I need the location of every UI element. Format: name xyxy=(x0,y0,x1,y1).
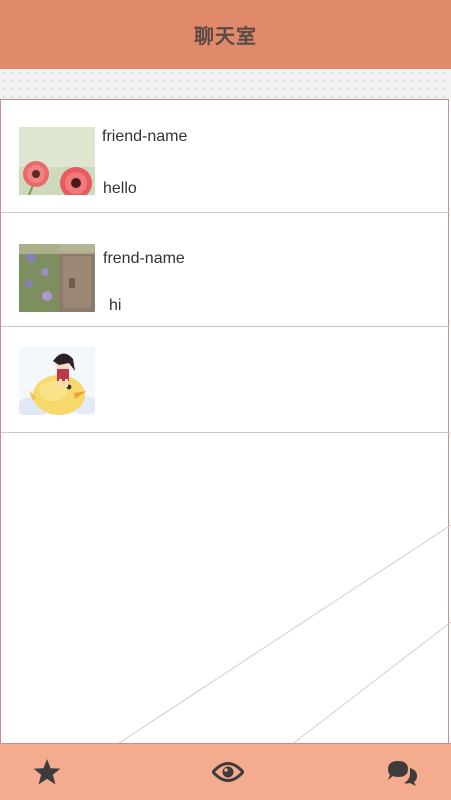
friend-name: frend-name xyxy=(103,250,185,267)
app-header: 聊天室 xyxy=(0,0,451,69)
eye-icon[interactable] xyxy=(210,761,246,788)
chat-bubbles-icon[interactable] xyxy=(386,760,418,791)
avatar xyxy=(19,244,95,312)
last-message: hi xyxy=(109,297,122,314)
avatar xyxy=(19,127,95,195)
chat-list: friend-name hello frend-name hi xyxy=(0,99,450,743)
chat-list-item[interactable] xyxy=(1,327,450,433)
page-title: 聊天室 xyxy=(194,24,257,48)
star-icon[interactable] xyxy=(32,758,62,791)
avatar xyxy=(19,347,95,415)
chat-list-item[interactable]: friend-name hello xyxy=(1,100,450,213)
chat-list-item[interactable]: frend-name hi xyxy=(1,213,450,327)
last-message: hello xyxy=(103,180,137,197)
friend-name: friend-name xyxy=(102,128,188,145)
header-spacer xyxy=(0,69,451,99)
bottom-nav xyxy=(0,743,451,800)
